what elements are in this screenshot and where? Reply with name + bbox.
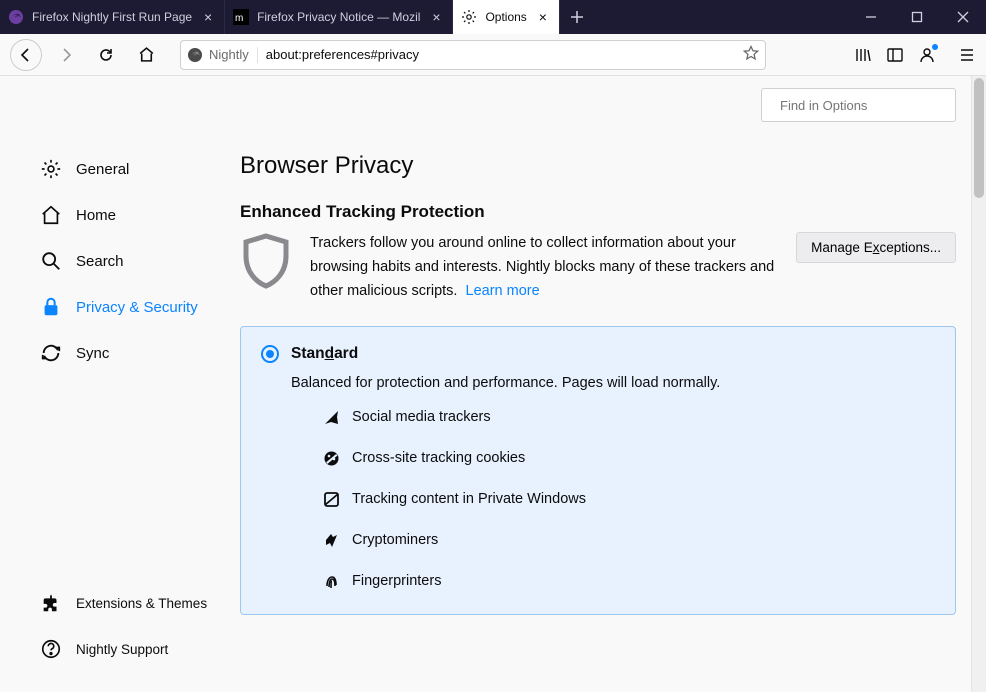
vertical-scrollbar[interactable] [971, 76, 986, 692]
nav-label: Search [76, 253, 124, 270]
standard-option[interactable]: Standard [261, 345, 935, 363]
tab-label: Options [485, 10, 526, 24]
identity-label: Nightly [209, 47, 249, 62]
tracker-content: Tracking content in Private Windows [323, 491, 935, 508]
window-controls [848, 0, 986, 34]
tracker-label: Tracking content in Private Windows [352, 491, 586, 507]
sidebar-item-support[interactable]: Nightly Support [30, 626, 240, 672]
url-bar[interactable]: Nightly [180, 40, 766, 70]
close-icon[interactable]: × [535, 9, 551, 25]
preferences-main: Browser Privacy Enhanced Tracking Protec… [240, 76, 986, 692]
etp-summary: Trackers follow you around online to col… [240, 232, 956, 304]
tab-firstrun[interactable]: Firefox Nightly First Run Page × [0, 0, 225, 34]
etp-standard-card: Standard Balanced for protection and per… [240, 326, 956, 615]
notification-dot-icon [932, 44, 938, 50]
minimize-button[interactable] [848, 0, 894, 34]
tab-options[interactable]: Options × [453, 0, 559, 34]
manage-exceptions-button[interactable]: Manage Exceptions... [796, 232, 956, 263]
tracker-label: Cross-site tracking cookies [352, 450, 525, 466]
learn-more-link[interactable]: Learn more [466, 283, 540, 299]
home-button[interactable] [130, 39, 162, 71]
scrollbar-thumb[interactable] [974, 78, 984, 198]
identity-box[interactable]: Nightly [187, 47, 258, 63]
close-icon[interactable]: × [428, 9, 444, 25]
sidebar-item-general[interactable]: General [30, 146, 240, 192]
tab-label: Firefox Privacy Notice — Mozil [257, 10, 420, 24]
gear-icon [461, 9, 477, 25]
maximize-button[interactable] [894, 0, 940, 34]
tab-strip: Firefox Nightly First Run Page × m Firef… [0, 0, 848, 34]
app-menu-button[interactable] [958, 46, 976, 64]
sidebar-item-extensions[interactable]: Extensions & Themes [30, 580, 240, 626]
tracker-cookies: Cross-site tracking cookies [323, 450, 935, 467]
tracker-label: Cryptominers [352, 532, 438, 548]
plus-icon [570, 10, 584, 24]
tracker-label: Social media trackers [352, 409, 491, 425]
gear-icon [40, 158, 62, 180]
cookie-icon [323, 450, 340, 467]
nav-label: Sync [76, 345, 109, 362]
close-window-button[interactable] [940, 0, 986, 34]
home-icon [40, 204, 62, 226]
standard-radio[interactable] [261, 345, 279, 363]
find-in-options-input[interactable] [780, 98, 956, 113]
section-title: Enhanced Tracking Protection [240, 202, 956, 222]
standard-title: Standard [291, 345, 358, 363]
etp-description: Trackers follow you around online to col… [310, 232, 778, 304]
social-tracker-icon [323, 409, 340, 426]
nav-label: Extensions & Themes [76, 596, 207, 611]
tracker-cryptominers: Cryptominers [323, 532, 935, 549]
tracker-list: Social media trackers Cross-site trackin… [323, 409, 935, 590]
puzzle-icon [40, 592, 62, 614]
back-button[interactable] [10, 39, 42, 71]
nav-label: General [76, 161, 129, 178]
sidebar-item-search[interactable]: Search [30, 238, 240, 284]
reload-button[interactable] [90, 39, 122, 71]
tracker-social: Social media trackers [323, 409, 935, 426]
bookmark-star-icon[interactable] [743, 45, 759, 64]
preferences-sidebar: General Home Search Privacy & Security S… [0, 76, 240, 692]
titlebar: Firefox Nightly First Run Page × m Firef… [0, 0, 986, 34]
firefox-nightly-icon [8, 9, 24, 25]
sidebar-button[interactable] [886, 46, 904, 64]
new-tab-button[interactable] [560, 0, 594, 34]
nav-label: Home [76, 207, 116, 224]
close-icon[interactable]: × [200, 9, 216, 25]
content-area: General Home Search Privacy & Security S… [0, 76, 986, 692]
help-icon [40, 638, 62, 660]
sidebar-item-privacy[interactable]: Privacy & Security [30, 284, 240, 330]
tracker-label: Fingerprinters [352, 573, 441, 589]
sidebar-item-home[interactable]: Home [30, 192, 240, 238]
lock-icon [40, 296, 62, 318]
standard-desc: Balanced for protection and performance.… [291, 375, 935, 391]
sync-icon [40, 342, 62, 364]
cryptominer-icon [323, 532, 340, 549]
find-in-options[interactable] [761, 88, 956, 122]
account-button[interactable] [918, 46, 936, 64]
toolbar-icons [854, 46, 976, 64]
sidebar-item-sync[interactable]: Sync [30, 330, 240, 376]
nav-toolbar: Nightly [0, 34, 986, 76]
nav-label: Privacy & Security [76, 299, 198, 316]
shield-icon [240, 232, 292, 292]
page-title: Browser Privacy [240, 152, 956, 180]
tab-label: Firefox Nightly First Run Page [32, 10, 192, 24]
firefox-icon [187, 47, 203, 63]
mozilla-icon: m [233, 9, 249, 25]
forward-button[interactable] [50, 39, 82, 71]
fingerprint-icon [323, 573, 340, 590]
etp-text: Trackers follow you around online to col… [310, 235, 774, 299]
svg-text:m: m [235, 13, 243, 24]
library-button[interactable] [854, 46, 872, 64]
nav-label: Nightly Support [76, 642, 168, 657]
tracker-fingerprinters: Fingerprinters [323, 573, 935, 590]
tracking-content-icon [323, 491, 340, 508]
search-icon [40, 250, 62, 272]
tab-privacynotice[interactable]: m Firefox Privacy Notice — Mozil × [225, 0, 453, 34]
url-input[interactable] [266, 47, 735, 62]
